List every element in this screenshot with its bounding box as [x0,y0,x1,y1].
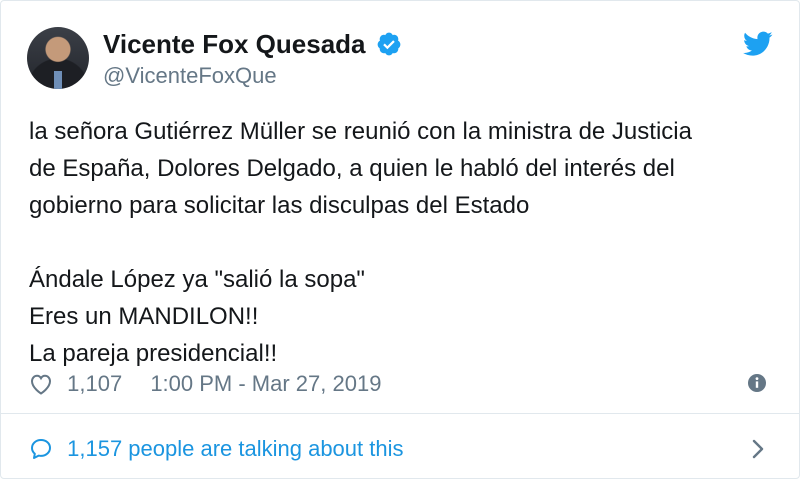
tweet-line: la señora Gutiérrez Müller se reunió con… [29,118,692,145]
speech-bubble-icon [31,439,51,460]
tweet-card[interactable]: Vicente Fox Quesada @VicenteFoxQue la se… [0,0,800,479]
tweet-line: de España, Dolores Delgado, a quien le h… [29,155,675,182]
tweet-line: gobierno para solicitar las disculpas de… [29,192,530,219]
conversation-link[interactable]: 1,157 people are talking about this [29,431,773,465]
info-icon[interactable] [747,373,767,393]
tweet-text: la señora Gutiérrez Müller se reunió con… [29,113,769,372]
tweet-timestamp[interactable]: 1:00 PM - Mar 27, 2019 [150,368,381,400]
tweet-line: Eres un MANDILON!! [29,303,259,330]
divider [1,413,799,414]
tweet-line: Ándale López ya "salió la sopa" [29,266,365,293]
conversation-label[interactable]: 1,157 people are talking about this [67,432,403,466]
tweet-meta: 1,107 1:00 PM - Mar 27, 2019 [29,367,773,399]
author-names: Vicente Fox Quesada @VicenteFoxQue [103,29,402,89]
author-display-name[interactable]: Vicente Fox Quesada [103,29,366,59]
twitter-bird-icon[interactable] [743,31,773,57]
heart-icon[interactable] [29,373,53,395]
chevron-right-icon[interactable] [751,438,765,460]
like-count[interactable]: 1,107 [67,368,122,400]
author-handle[interactable]: @VicenteFoxQue [103,63,402,89]
verified-badge-icon [377,32,401,56]
tweet-header: Vicente Fox Quesada @VicenteFoxQue [27,27,773,91]
avatar[interactable] [27,27,89,89]
